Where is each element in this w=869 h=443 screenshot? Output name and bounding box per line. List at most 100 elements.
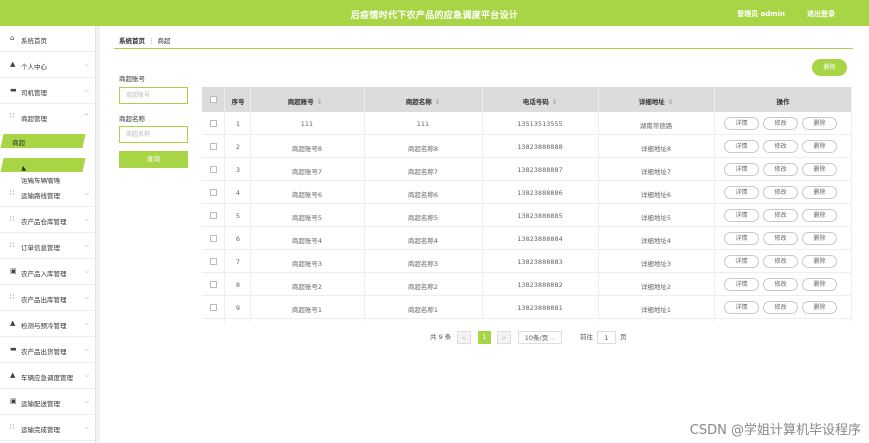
pager-page-1[interactable]: 1	[478, 331, 491, 344]
delete-button[interactable]: 删除	[802, 163, 837, 176]
pager-prev-button[interactable]: <	[457, 331, 471, 344]
delete-button[interactable]: 删除	[802, 232, 837, 245]
select-all-checkbox[interactable]	[210, 96, 217, 103]
detail-button[interactable]: 详情	[724, 140, 759, 153]
table-row: 8 商超账号2 商超名称2 13823888882 详细地址2 详情 修改 删除	[202, 273, 852, 296]
table-row: 6 商超账号4 商超名称4 13823888884 详细地址4 详情 修改 删除	[202, 227, 852, 250]
row-checkbox[interactable]	[210, 304, 217, 311]
sidebar-item-inspection[interactable]: ▲ 检测与预冷管理 ⌵	[0, 311, 95, 337]
sidebar-item-shipment[interactable]: ▬ 农产品出货管理 ⌵	[0, 337, 95, 363]
header-name[interactable]: 商超名称 ⇕	[364, 96, 482, 106]
cell-name: 商超名称7	[407, 168, 439, 176]
admin-label: 管理员 admin	[737, 10, 785, 18]
row-checkbox[interactable]	[210, 258, 217, 265]
user-icon: ▲	[10, 371, 16, 379]
sidebar-item-delivery[interactable]: ▣ 运输配送管理 ⌵	[0, 389, 95, 415]
sidebar-subitem-label: 商超	[12, 139, 26, 147]
top-header-bar: 后疫情时代下农产品的应急调度平台设计 管理员 admin 退出登录	[0, 0, 869, 26]
sidebar-item-complete[interactable]: ∷ 运输完成管理 ⌵	[0, 415, 95, 441]
sidebar-item-orders[interactable]: ∷ 订单信息管理 ⌵	[0, 233, 95, 259]
row-checkbox[interactable]	[210, 166, 217, 173]
edit-button[interactable]: 修改	[763, 209, 798, 222]
edit-button[interactable]: 修改	[763, 117, 798, 130]
sidebar-item-warehouse[interactable]: ∷ 农产品仓库管理 ⌵	[0, 207, 95, 233]
detail-button[interactable]: 详情	[724, 301, 759, 314]
logout-link[interactable]: 退出登录	[807, 9, 835, 19]
cell-phone: 13823888883	[517, 258, 563, 266]
row-checkbox[interactable]	[210, 212, 217, 219]
pager-total: 共 9 条	[430, 333, 452, 341]
delete-button[interactable]: 删除	[802, 117, 837, 130]
header-address-label: 详细地址	[638, 98, 665, 106]
cell-phone: 13513513555	[517, 120, 563, 128]
table-row: 5 商超账号5 商超名称5 13823888885 详细地址5 详情 修改 删除	[202, 204, 852, 227]
delete-button[interactable]: 删除	[802, 301, 837, 314]
cell-index: 2	[235, 143, 241, 151]
sidebar-item-label: 农产品出库管理	[21, 296, 67, 304]
pager-next-button[interactable]: >	[497, 331, 511, 344]
edit-button[interactable]: 修改	[763, 278, 798, 291]
driver-icon: ▬	[10, 86, 17, 94]
delete-button[interactable]: 删除	[802, 278, 837, 291]
row-checkbox[interactable]	[210, 189, 217, 196]
header-address[interactable]: 详细地址 ⇕	[598, 96, 714, 106]
breadcrumb-separator: ⋮	[148, 37, 155, 45]
sidebar-item-driver[interactable]: ▬ 司机管理 ⌵	[0, 78, 95, 104]
sort-icon: ⇕	[551, 98, 558, 106]
sidebar-item-supermarket[interactable]: ∷ 商超管理 ⌃	[0, 104, 95, 130]
edit-button[interactable]: 修改	[763, 255, 798, 268]
detail-button[interactable]: 详情	[724, 278, 759, 291]
sidebar-item-inbound[interactable]: ▣ 农产品入库管理 ⌵	[0, 259, 95, 285]
sidebar-item-route[interactable]: ∷ 运输路线管理 ⌵	[0, 181, 95, 207]
bulk-delete-button[interactable]: 删除	[812, 59, 847, 76]
detail-button[interactable]: 详情	[724, 186, 759, 199]
breadcrumb-divider	[114, 48, 853, 49]
sidebar-item-personal-center[interactable]: ▲ 个人中心 ⌵	[0, 52, 95, 78]
sidebar-item-label: 农产品仓库管理	[21, 218, 67, 226]
detail-button[interactable]: 详情	[724, 163, 759, 176]
detail-button[interactable]: 详情	[724, 117, 759, 130]
delete-button[interactable]: 删除	[802, 255, 837, 268]
cell-account: 商超账号3	[291, 260, 323, 268]
sidebar-subitem-supermarket[interactable]: 商超	[0, 134, 86, 148]
delete-button[interactable]: 删除	[802, 186, 837, 199]
edit-button[interactable]: 修改	[763, 301, 798, 314]
header-phone[interactable]: 电话号码 ⇕	[482, 96, 598, 106]
chevron-down-icon: ⌵	[84, 294, 89, 301]
sidebar-item-dispatch[interactable]: ▲ 车辆应急调度管理 ⌵	[0, 363, 95, 389]
delete-button[interactable]: 删除	[802, 140, 837, 153]
name-search-input[interactable]: 商超名称	[119, 126, 188, 143]
account-search-input[interactable]: 商超账号	[119, 87, 188, 104]
sidebar-item-home[interactable]: ⌂ 系统首页	[0, 26, 95, 52]
search-button[interactable]: 查询	[119, 151, 188, 168]
pager-goto-input[interactable]: 1	[597, 331, 616, 344]
cell-name: 商超名称5	[407, 214, 439, 222]
detail-button[interactable]: 详情	[724, 209, 759, 222]
edit-button[interactable]: 修改	[763, 186, 798, 199]
user-icon: ▲	[10, 60, 16, 68]
edit-button[interactable]: 修改	[763, 140, 798, 153]
row-checkbox[interactable]	[210, 235, 217, 242]
cell-index: 7	[235, 258, 241, 266]
delete-button[interactable]: 删除	[802, 209, 837, 222]
cell-name: 商超名称8	[407, 145, 439, 153]
chevron-down-icon: ⌵	[550, 334, 556, 342]
detail-button[interactable]: 详情	[724, 232, 759, 245]
sidebar-item-outbound[interactable]: ∷ 农产品出库管理 ⌵	[0, 285, 95, 311]
row-checkbox[interactable]	[210, 143, 217, 150]
cell-index: 5	[235, 212, 241, 220]
header-account[interactable]: 商超账号 ⇕	[250, 96, 360, 106]
pager-size-select[interactable]: 10条/页 ⌵	[518, 331, 562, 344]
table-row: 3 商超账号7 商超名称7 13823888887 详细地址7 详情 修改 删除	[202, 158, 852, 181]
row-checkbox[interactable]	[210, 281, 217, 288]
cell-address: 湖南常德路	[639, 122, 673, 130]
breadcrumb-home[interactable]: 系统首页	[119, 37, 145, 45]
detail-button[interactable]: 详情	[724, 255, 759, 268]
sidebar-item-vehicle[interactable]: ▲ 运输车辆管理	[0, 158, 86, 185]
breadcrumb: 系统首页 ⋮ 商超	[119, 35, 171, 45]
edit-button[interactable]: 修改	[763, 163, 798, 176]
edit-button[interactable]: 修改	[763, 232, 798, 245]
row-checkbox[interactable]	[210, 120, 217, 127]
sidebar-item-label: 司机管理	[21, 89, 47, 97]
cell-address: 详细地址2	[640, 283, 672, 291]
